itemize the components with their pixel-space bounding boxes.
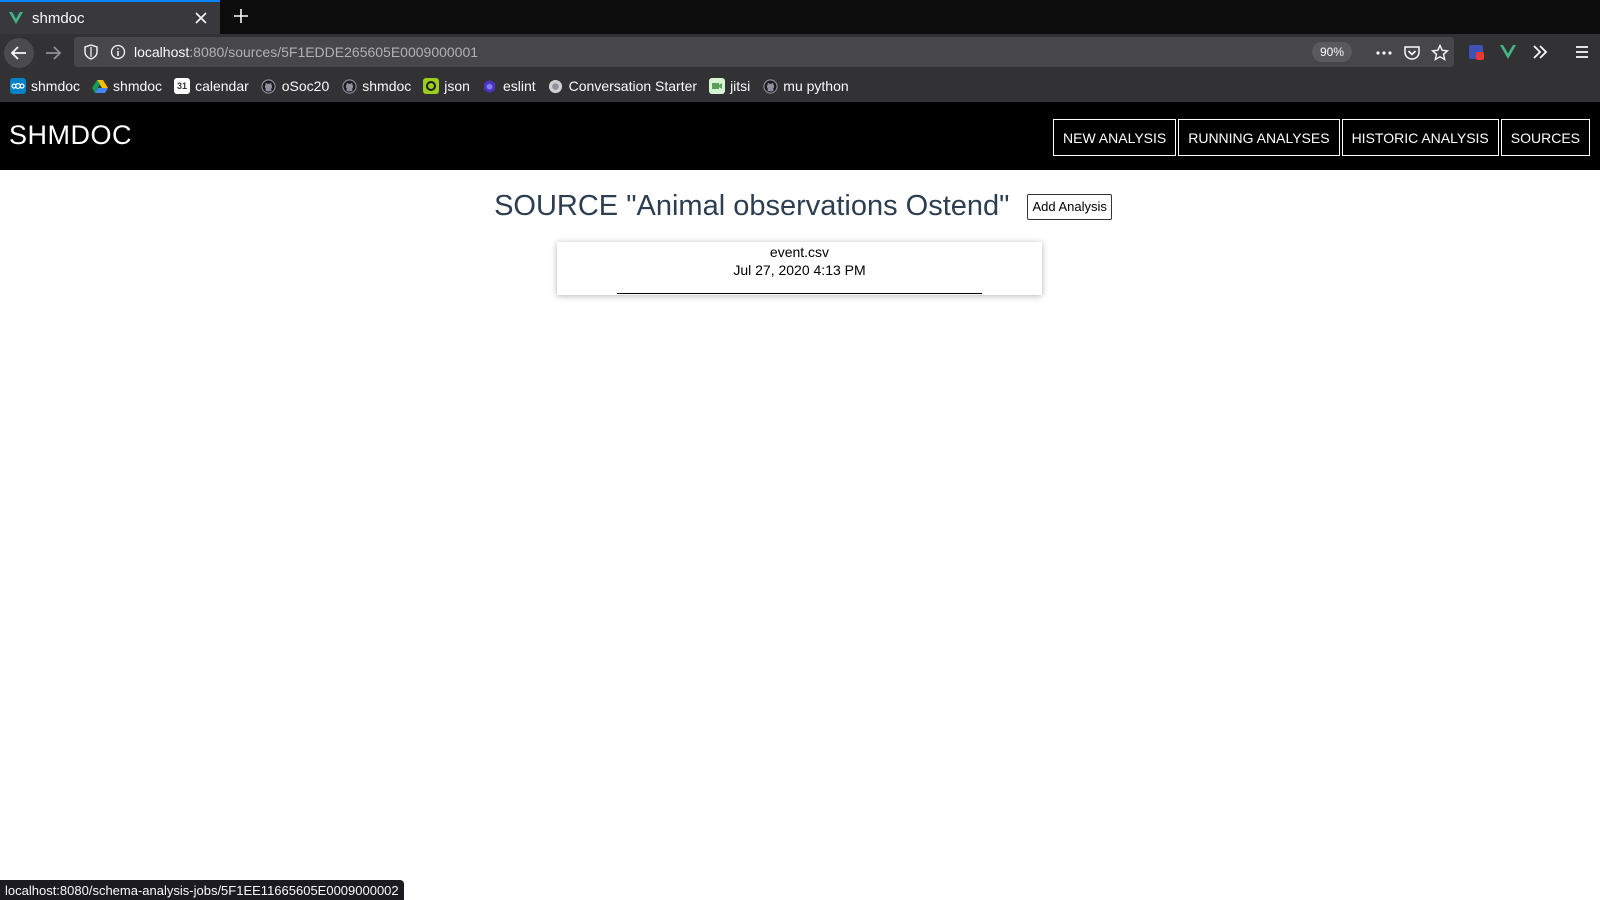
- github-icon: [762, 78, 778, 94]
- bookmark-item[interactable]: json: [423, 78, 470, 94]
- tab-title: shmdoc: [32, 9, 85, 27]
- bookmark-item[interactable]: shmdoc: [10, 78, 80, 94]
- analysis-card[interactable]: event.csv Jul 27, 2020 4:13 PM: [557, 242, 1042, 295]
- json-icon: [423, 78, 440, 94]
- pocket-icon[interactable]: [1403, 44, 1421, 62]
- navigation-bar: localhost:8080/sources/5F1EDDE265605E000…: [0, 34, 1600, 70]
- forward-button[interactable]: [38, 38, 68, 68]
- bookmark-item[interactable]: oSoc20: [261, 78, 329, 94]
- more-icon[interactable]: [1375, 44, 1393, 62]
- url-text[interactable]: localhost:8080/sources/5F1EDDE265605E000…: [134, 44, 478, 60]
- menu-item-sources[interactable]: SOURCES: [1500, 119, 1590, 156]
- jitsi-icon: [709, 78, 726, 94]
- plus-icon[interactable]: [232, 7, 250, 25]
- bookmark-item[interactable]: jitsi: [709, 78, 750, 94]
- bookmark-label: Conversation Starter: [568, 78, 698, 94]
- bookmark-item[interactable]: Conversation Starter: [548, 78, 697, 94]
- add-analysis-button[interactable]: Add Analysis: [1027, 193, 1112, 220]
- url-path: :8080/sources/5F1EDDE265605E0009000001: [189, 44, 479, 60]
- app-header: SHMDOC NEW ANALYSIS RUNNING ANALYSES HIS…: [0, 102, 1600, 170]
- tab-strip: shmdoc: [0, 0, 1600, 34]
- bookmark-label: json: [444, 78, 470, 94]
- conversation-icon: [548, 78, 564, 94]
- address-bar[interactable]: localhost:8080/sources/5F1EDDE265605E000…: [74, 37, 1454, 67]
- page-title: SOURCE "Animal observations Ostend": [494, 190, 1010, 222]
- bookmarks-bar: shmdoc shmdoc 31 calendar oSoc20 shmdoc …: [0, 70, 1600, 102]
- google-drive-icon: [92, 78, 109, 94]
- calendar-icon: 31: [174, 78, 191, 94]
- bookmark-label: eslint: [502, 78, 536, 94]
- nextcloud-icon: [10, 78, 26, 94]
- arrow-right-icon: [46, 46, 62, 60]
- status-url: localhost:8080/schema-analysis-jobs/5F1E…: [5, 882, 399, 898]
- vue-devtools-icon[interactable]: [1498, 42, 1518, 62]
- browser-tab[interactable]: shmdoc: [0, 0, 220, 34]
- shield-icon[interactable]: [83, 44, 99, 60]
- brand-logo[interactable]: SHMDOC: [9, 120, 132, 151]
- bookmark-label: shmdoc: [31, 78, 81, 94]
- overflow-chevrons-icon[interactable]: [1530, 42, 1550, 62]
- url-host: localhost: [134, 44, 190, 60]
- menu-item-new-analysis[interactable]: NEW ANALYSIS: [1053, 119, 1177, 156]
- file-name: event.csv: [769, 244, 830, 260]
- close-icon[interactable]: [194, 11, 208, 25]
- zoom-level[interactable]: 90%: [1312, 42, 1353, 62]
- title-row: SOURCE "Animal observations Ostend" Add …: [0, 190, 1600, 223]
- extension-shield-icon[interactable]: [1466, 42, 1486, 62]
- hamburger-menu-icon[interactable]: [1572, 42, 1592, 62]
- vue-icon: [9, 12, 23, 24]
- menu-item-historic-analysis[interactable]: HISTORIC ANALYSIS: [1341, 119, 1499, 156]
- arrow-left-icon: [10, 46, 26, 60]
- bookmark-item[interactable]: 31 calendar: [174, 78, 249, 94]
- github-icon: [261, 78, 277, 94]
- main-menu: NEW ANALYSIS RUNNING ANALYSES HISTORIC A…: [1051, 119, 1590, 156]
- bookmark-item[interactable]: shmdoc: [341, 78, 411, 94]
- bookmark-label: shmdoc: [362, 78, 412, 94]
- bookmark-item[interactable]: eslint: [482, 78, 536, 94]
- bookmark-label: jitsi: [730, 78, 751, 94]
- star-icon[interactable]: [1431, 44, 1449, 62]
- bookmark-label: calendar: [195, 78, 249, 94]
- bookmark-item[interactable]: shmdoc: [92, 78, 162, 94]
- menu-item-running-analyses[interactable]: RUNNING ANALYSES: [1178, 119, 1340, 156]
- bookmark-label: oSoc20: [281, 78, 330, 94]
- eslint-icon: [482, 78, 498, 94]
- github-icon: [341, 78, 357, 94]
- back-button[interactable]: [4, 38, 34, 68]
- bookmark-item[interactable]: mu python: [762, 78, 849, 94]
- status-bar: localhost:8080/schema-analysis-jobs/5F1E…: [0, 880, 404, 900]
- file-date: Jul 27, 2020 4:13 PM: [733, 262, 866, 278]
- card-divider: [617, 293, 982, 294]
- info-icon[interactable]: [110, 44, 126, 60]
- bookmark-label: mu python: [783, 78, 849, 94]
- main-content: SOURCE "Animal observations Ostend" Add …: [0, 170, 1600, 870]
- bookmark-label: shmdoc: [113, 78, 163, 94]
